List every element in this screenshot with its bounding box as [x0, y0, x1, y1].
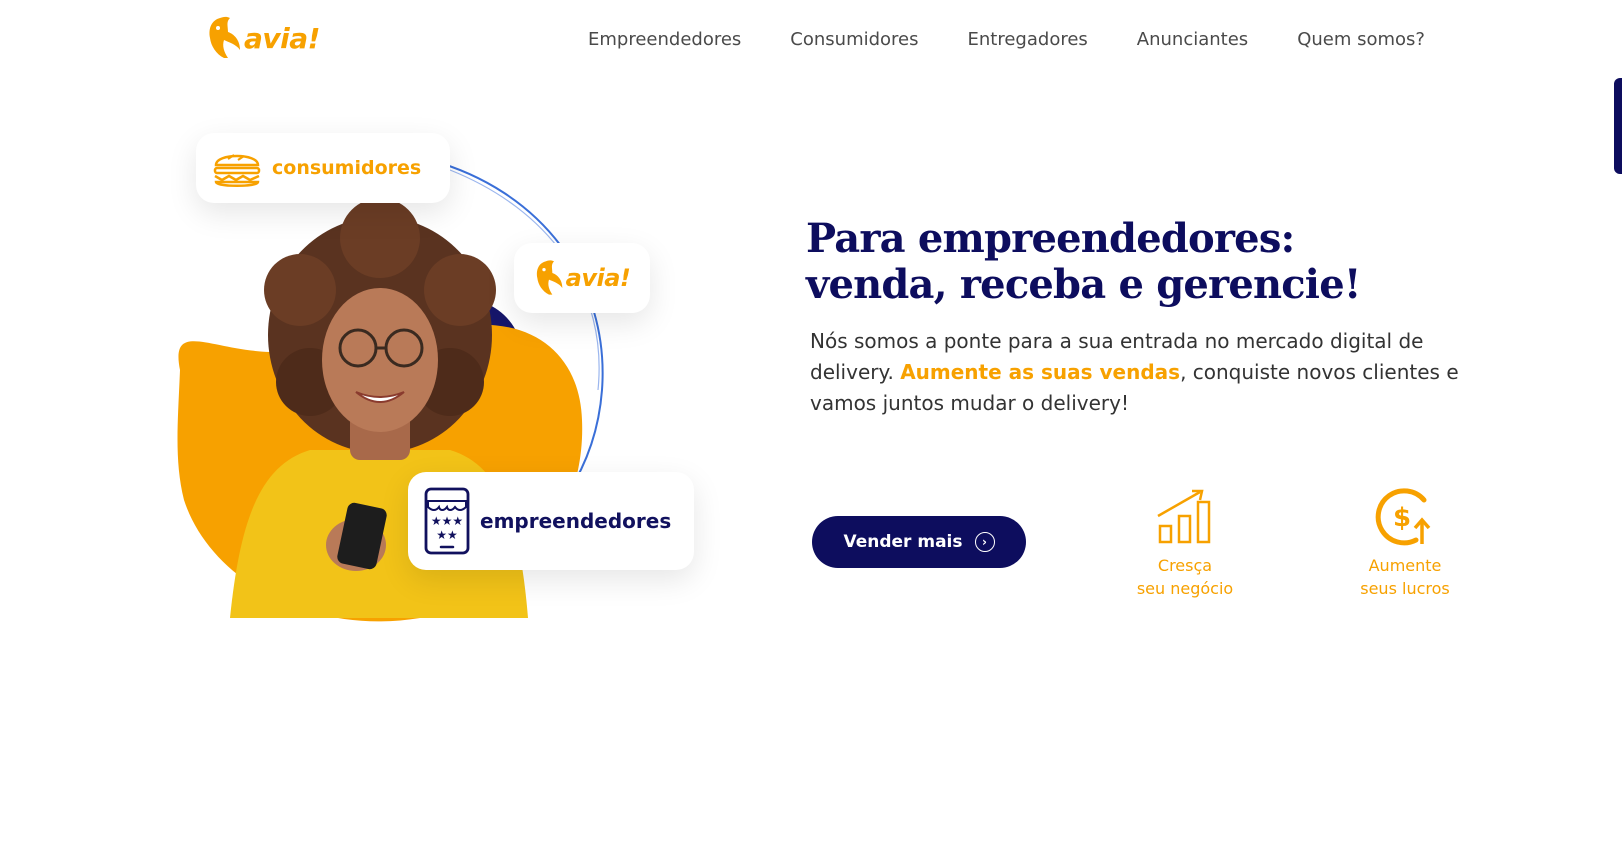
feature-cresca-line1: Cresça [1157, 556, 1213, 575]
nav-anunciantes[interactable]: Anunciantes [1137, 29, 1248, 50]
nav-entregadores[interactable]: Entregadores [968, 29, 1088, 50]
hero-illustration: consumidores avia! ★★★ ★★ empreendedores [150, 120, 710, 650]
card-logo-wordmark: avia! [565, 264, 631, 292]
growth-chart-icon [1157, 489, 1211, 544]
svg-text:$: $ [1393, 503, 1411, 533]
dollar-up-icon: $ [1375, 488, 1431, 546]
nav-quem-somos[interactable]: Quem somos? [1297, 29, 1425, 50]
nav-consumidores[interactable]: Consumidores [790, 29, 918, 50]
main-nav: Empreendedores Consumidores Entregadores… [588, 29, 1425, 50]
feature-aumente: $ Aumente seus lucros [1330, 486, 1480, 600]
hero-headline: Para empreendedores: venda, receba e ger… [806, 216, 1361, 308]
feature-aumente-line2: seus lucros [1360, 579, 1450, 598]
card-consumidores: consumidores [196, 133, 450, 203]
hero-headline-line1: Para empreendedores: [806, 215, 1295, 262]
vender-mais-button[interactable]: Vender mais › [812, 516, 1026, 568]
card-empreendedores-label: empreendedores [480, 509, 672, 533]
desc-highlight: Aumente as suas vendas [900, 360, 1181, 384]
feature-cresca-line2: seu negócio [1136, 579, 1234, 598]
hero-description: Nós somos a ponte para a sua entrada no … [810, 326, 1470, 419]
chevron-right-icon: › [974, 532, 995, 552]
feature-aumente-line1: Aumente [1368, 556, 1442, 575]
nav-empreendedores[interactable]: Empreendedores [588, 29, 741, 50]
feature-cresca: Cresça seu negócio [1110, 486, 1260, 600]
site-logo[interactable]: avia! [206, 16, 320, 60]
svg-text:★★★: ★★★ [431, 514, 463, 528]
card-empreendedores: ★★★ ★★ empreendedores [408, 472, 694, 570]
svg-text:★★: ★★ [436, 528, 458, 542]
storefront-phone-icon: ★★★ ★★ [424, 487, 470, 555]
hero-headline-line2: venda, receba e gerencie! [806, 261, 1361, 308]
bird-logo-icon [209, 16, 240, 58]
bird-logo-icon [536, 260, 562, 295]
vender-mais-label: Vender mais [843, 532, 963, 552]
scrollbar-thumb[interactable] [1614, 78, 1622, 174]
card-logo: avia! [514, 243, 650, 313]
burger-icon [213, 154, 261, 187]
logo-wordmark: avia! [244, 21, 320, 55]
card-consumidores-label: consumidores [272, 157, 422, 179]
